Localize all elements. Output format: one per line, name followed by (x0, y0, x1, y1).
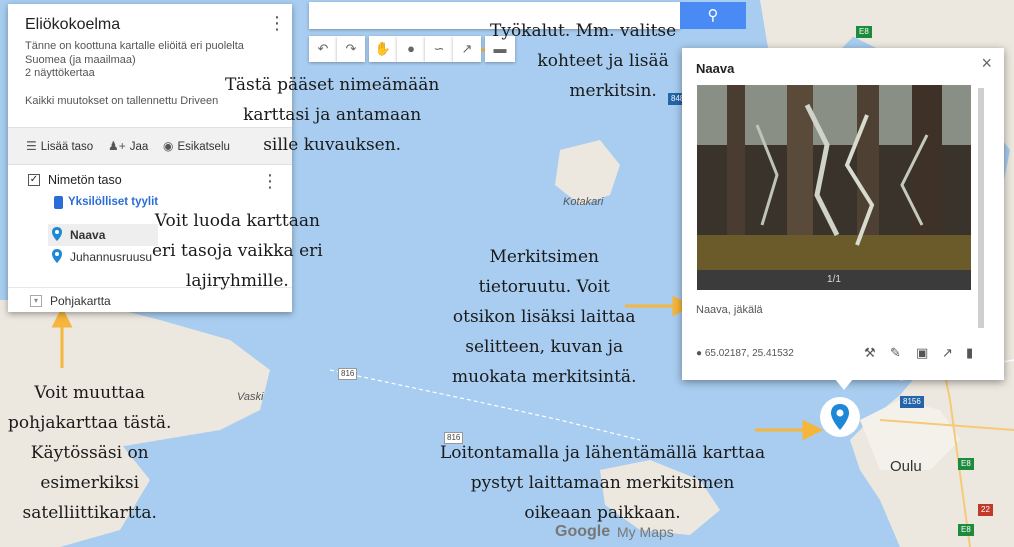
info-window-scrollbar[interactable] (978, 88, 984, 328)
map-marker[interactable] (820, 397, 860, 437)
paint-roller-icon (54, 196, 63, 209)
map-label-oulu: Oulu (890, 458, 922, 475)
basemap-label: Pohjakartta (50, 294, 111, 308)
trash-icon[interactable]: ▮ (966, 345, 973, 361)
search-icon: ⚲ (707, 7, 719, 24)
location-pin-icon: ● (696, 348, 705, 359)
add-person-icon: ♟+ (108, 139, 126, 153)
marker-pin-icon (831, 404, 849, 430)
annotation-title: Tästä pääset nimeämään karttasi ja antam… (225, 75, 440, 155)
info-window-tail (834, 378, 854, 390)
map-title[interactable]: Eliökokoelma (25, 16, 120, 34)
annotation-tools: Työkalut. Mm. valitse kohteet ja lisää m… (490, 21, 677, 101)
paint-bucket-icon[interactable]: ⚒ (864, 345, 876, 361)
road-shield-e8: E8 (856, 26, 872, 38)
layer-item-juhannusruusu[interactable]: Juhannusruusu (48, 246, 158, 268)
view-count: 2 näyttökertaa (25, 67, 95, 79)
save-status: Kaikki muutokset on tallennettu Driveen (25, 95, 219, 107)
road-shield-8156: 8156 (900, 396, 924, 408)
search-button[interactable]: ⚲ (680, 2, 746, 29)
pencil-icon[interactable]: ✎ (890, 345, 901, 361)
camera-icon[interactable]: ▣ (916, 345, 928, 361)
redo-button[interactable]: ↷ (337, 36, 365, 62)
close-icon[interactable]: × (981, 53, 992, 74)
forest-photo-image (697, 85, 971, 290)
photo-counter: 1/1 (697, 270, 971, 290)
layer-item-label: Juhannusruusu (70, 250, 153, 264)
marker-pin-icon (52, 227, 62, 241)
preview-label: Esikatselu (177, 141, 230, 153)
marker-pin-icon (52, 249, 62, 263)
layer-visibility-checkbox[interactable]: ✓ (28, 174, 40, 186)
road-shield-816: 816 (338, 368, 358, 380)
road-shield-e8: E8 (958, 458, 974, 470)
annotation-infobox: Merkitsimen tietoruutu. Voit otsikon lis… (452, 247, 637, 387)
map-label-vaski: Vaski (237, 391, 264, 403)
marker-info-window: Naava × 1/1 Naava, jäkälä ● 65.02187, 25… (682, 48, 1004, 380)
preview-button[interactable]: ◉ Esikatselu (163, 139, 230, 153)
layer-styles-button[interactable]: Yksilölliset tyylit (68, 196, 158, 208)
add-marker-button[interactable]: ● (397, 36, 425, 62)
share-button[interactable]: ♟+ Jaa (108, 139, 148, 153)
marker-coordinates: ● 65.02187, 25.41532 (696, 348, 794, 359)
layer-item-naava[interactable]: Naava (48, 224, 158, 246)
eye-icon: ◉ (163, 139, 174, 153)
annotation-basemap: Voit muuttaa pohjakarttaa tästä. Käytöss… (8, 383, 172, 523)
share-label: Jaa (129, 141, 149, 153)
info-window-tools: ⚒ ✎ ▣ ↗ ▮ (864, 345, 984, 361)
add-layer-label: Lisää taso (40, 141, 94, 153)
layer-menu-icon[interactable]: ⋮ (261, 172, 279, 192)
directions-button[interactable]: ↗ (453, 36, 481, 62)
map-menu-icon[interactable]: ⋮ (268, 14, 286, 34)
layers-icon: ☰ (26, 139, 37, 153)
add-layer-button[interactable]: ☰ Lisää taso (26, 139, 93, 153)
info-window-description[interactable]: Naava, jäkälä (696, 304, 763, 316)
road-shield-e8: E8 (958, 524, 974, 536)
layer-item-label: Naava (70, 228, 106, 242)
draw-line-button[interactable]: ∽ (425, 36, 453, 62)
coords-text: 65.02187, 25.41532 (704, 348, 794, 359)
road-shield-22: 22 (978, 504, 993, 516)
annotation-zoom: Loitontamalla ja lähentämällä karttaa py… (440, 443, 766, 523)
info-window-title[interactable]: Naava (696, 61, 734, 76)
hand-tool-button[interactable]: ✋ (369, 36, 397, 62)
layer-name[interactable]: Nimetön taso (48, 173, 122, 187)
map-description[interactable]: Tänne on koottuna kartalle eliöitä eri p… (25, 39, 265, 67)
undo-button[interactable]: ↶ (309, 36, 337, 62)
marker-photo[interactable] (697, 85, 971, 290)
map-label-kotakari: Kotakari (563, 196, 604, 208)
map-toolbar: ↶ ↷ ✋ ● ∽ ↗ ▬ (309, 36, 515, 62)
chevron-down-icon: ▾ (30, 295, 42, 307)
annotation-layers: Voit luoda karttaan eri tasoja vaikka er… (152, 211, 323, 291)
directions-icon[interactable]: ↗ (942, 345, 953, 361)
